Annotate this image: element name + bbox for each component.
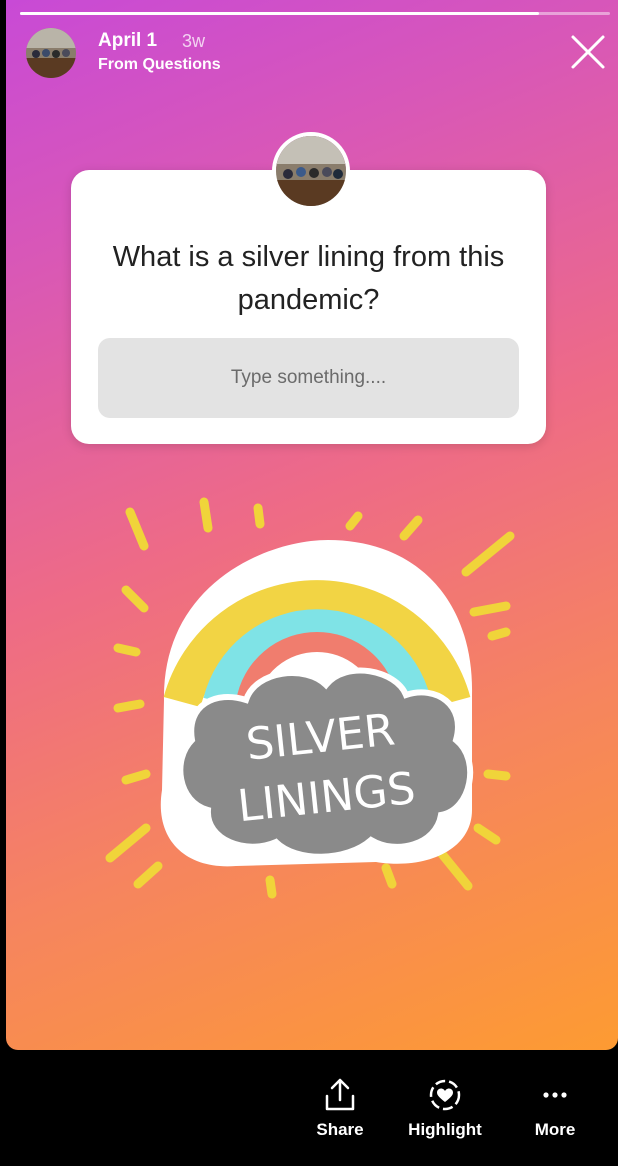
story-source[interactable]: From Questions — [98, 56, 221, 74]
more-button[interactable]: More — [520, 1078, 590, 1140]
story-date: April 1 — [98, 30, 158, 51]
close-icon — [571, 35, 605, 69]
story-time-ago: 3w — [182, 31, 206, 51]
story-progress-bar — [20, 12, 610, 15]
story-progress-fill — [20, 12, 540, 15]
question-avatar — [272, 132, 350, 210]
story-viewer[interactable]: April 1 3w From Questions What is a silv… — [6, 0, 618, 1050]
highlight-label: Highlight — [408, 1120, 482, 1139]
group-photo-icon — [276, 136, 346, 206]
share-label: Share — [316, 1120, 364, 1139]
close-button[interactable] — [568, 32, 608, 72]
more-label: More — [534, 1120, 576, 1139]
more-icon — [543, 1092, 567, 1098]
question-sticker: What is a silver lining from this pandem… — [71, 170, 546, 444]
highlight-icon — [429, 1079, 461, 1111]
question-text: What is a silver lining from this pandem… — [112, 241, 505, 316]
silver-linings-sticker: SILVER LININGS — [105, 497, 515, 899]
group-photo-icon — [26, 28, 76, 78]
story-action-bar: Share Highlight More — [0, 1050, 618, 1166]
answer-input[interactable] — [98, 338, 519, 418]
share-icon — [325, 1078, 355, 1111]
share-button[interactable]: Share — [305, 1078, 375, 1140]
profile-avatar[interactable] — [26, 28, 76, 78]
highlight-button[interactable]: Highlight — [400, 1078, 490, 1140]
